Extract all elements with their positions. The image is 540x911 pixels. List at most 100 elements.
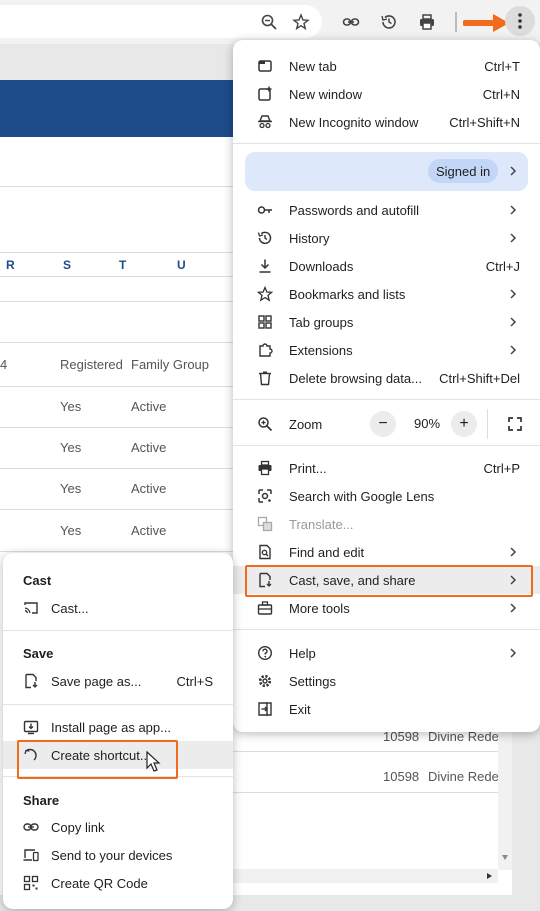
- section-header-share: Share: [23, 793, 60, 808]
- toolbox-icon: [257, 600, 273, 616]
- print-icon[interactable]: [413, 8, 441, 36]
- submenu-item-install-app[interactable]: Install page as app...: [3, 713, 233, 741]
- section-header-save: Save: [23, 646, 54, 661]
- menu-item-new-tab[interactable]: New tab Ctrl+T: [233, 52, 540, 80]
- zoom-in-button[interactable]: +: [451, 411, 477, 437]
- menu-kebab-button[interactable]: [505, 6, 535, 36]
- menu-item-delete-data[interactable]: Delete browsing data... Ctrl+Shift+Del: [233, 364, 540, 392]
- puzzle-icon: [257, 342, 273, 358]
- menu-item-google-lens[interactable]: Search with Google Lens: [233, 482, 540, 510]
- table-cell: Active: [131, 399, 167, 414]
- menu-item-new-window[interactable]: New window Ctrl+N: [233, 80, 540, 108]
- scroll-right-arrow-icon: [487, 873, 492, 879]
- tab-groups-icon: [257, 314, 273, 330]
- table-cell: Active: [131, 481, 167, 496]
- fullscreen-button[interactable]: [507, 416, 523, 432]
- table-cell: Registered: [60, 357, 123, 372]
- qr-code-icon: [23, 875, 39, 891]
- table-cell: Yes: [60, 399, 82, 414]
- star-icon: [257, 286, 273, 302]
- menu-item-more-tools[interactable]: More tools: [233, 594, 540, 622]
- menu-item-find-edit[interactable]: Find and edit: [233, 538, 540, 566]
- chevron-right-icon: [510, 345, 517, 355]
- menu-item-passwords[interactable]: Passwords and autofill: [233, 196, 540, 224]
- chevron-right-icon: [510, 547, 517, 557]
- table-cell: Yes: [60, 523, 82, 538]
- devices-icon: [23, 847, 39, 863]
- submenu-item-qr-code[interactable]: Create QR Code: [3, 869, 233, 897]
- link-icon: [23, 819, 39, 835]
- download-icon: [257, 258, 273, 274]
- menu-item-settings[interactable]: Settings: [233, 667, 540, 695]
- submenu-item-copy-link[interactable]: Copy link: [3, 813, 233, 841]
- column-header-s[interactable]: S: [63, 258, 71, 272]
- menu-item-exit[interactable]: Exit: [233, 695, 540, 723]
- menu-item-help[interactable]: Help: [233, 639, 540, 667]
- zoom-icon[interactable]: [255, 8, 283, 36]
- table-cell: Yes: [60, 481, 82, 496]
- cast-save-share-submenu: Cast Cast... Save Save page as... Ctrl+S…: [3, 553, 233, 909]
- more-vert-icon: [518, 13, 522, 29]
- exit-icon: [257, 701, 273, 717]
- chevron-right-icon: [510, 166, 517, 176]
- menu-item-incognito[interactable]: New Incognito window Ctrl+Shift+N: [233, 108, 540, 136]
- print-icon: [257, 460, 273, 476]
- find-page-icon: [257, 544, 273, 560]
- column-header-u[interactable]: U: [177, 258, 186, 272]
- chevron-right-icon: [510, 648, 517, 658]
- submenu-item-send-devices[interactable]: Send to your devices: [3, 841, 233, 869]
- column-header-r[interactable]: R: [6, 258, 15, 272]
- table-cell: 10598: [383, 769, 420, 784]
- fullscreen-icon: [508, 417, 522, 431]
- chevron-right-icon: [510, 205, 517, 215]
- lens-icon: [257, 488, 273, 504]
- chevron-right-icon: [510, 289, 517, 299]
- menu-item-translate: Translate...: [233, 510, 540, 538]
- mouse-cursor-icon: [146, 751, 161, 772]
- table-cell: Active: [131, 523, 167, 538]
- history-icon: [257, 230, 273, 246]
- section-header-cast: Cast: [23, 573, 52, 588]
- new-window-icon: [257, 86, 273, 102]
- submenu-item-save-page[interactable]: Save page as... Ctrl+S: [3, 667, 233, 695]
- submenu-item-cast[interactable]: Cast...: [3, 594, 233, 622]
- cast-icon: [23, 600, 39, 616]
- signed-in-badge: Signed in: [428, 159, 499, 183]
- zoom-out-button[interactable]: −: [370, 411, 396, 437]
- toolbar-divider: [455, 12, 457, 32]
- install-app-icon: [23, 719, 39, 735]
- chevron-right-icon: [510, 603, 517, 613]
- translate-icon: [257, 516, 273, 532]
- new-tab-icon: [257, 58, 273, 74]
- chevron-right-icon: [510, 317, 517, 327]
- history-icon[interactable]: [375, 8, 403, 36]
- help-icon: [257, 645, 273, 661]
- menu-item-print[interactable]: Print... Ctrl+P: [233, 454, 540, 482]
- highlight-cast-save-share: [245, 565, 533, 597]
- horizontal-scrollbar[interactable]: [232, 869, 498, 883]
- menu-item-bookmarks[interactable]: Bookmarks and lists: [233, 280, 540, 308]
- menu-item-tab-groups[interactable]: Tab groups: [233, 308, 540, 336]
- table-cell: Family Group: [131, 357, 210, 372]
- menu-item-zoom: Zoom − 90% +: [233, 409, 540, 439]
- menu-item-extensions[interactable]: Extensions: [233, 336, 540, 364]
- chrome-menu: New tab Ctrl+T New window Ctrl+N New Inc…: [233, 40, 540, 732]
- menu-item-history[interactable]: History: [233, 224, 540, 252]
- menu-item-downloads[interactable]: Downloads Ctrl+J: [233, 252, 540, 280]
- zoom-level: 90%: [413, 416, 441, 431]
- gear-icon: [257, 673, 273, 689]
- zoom-icon: [257, 416, 273, 432]
- browser-toolbar: [0, 0, 540, 44]
- table-cell: 4: [0, 357, 8, 372]
- column-header-t[interactable]: T: [119, 258, 126, 272]
- table-cell: Active: [131, 440, 167, 455]
- trash-icon: [257, 370, 273, 386]
- table-cell: Yes: [60, 440, 82, 455]
- bookmark-star-icon[interactable]: [287, 8, 315, 36]
- incognito-icon: [257, 114, 273, 130]
- table-cell: Divine Redee: [428, 769, 498, 784]
- profile-row[interactable]: Signed in: [245, 152, 528, 191]
- chevron-right-icon: [510, 233, 517, 243]
- link-icon[interactable]: [337, 8, 365, 36]
- save-page-icon: [23, 673, 39, 689]
